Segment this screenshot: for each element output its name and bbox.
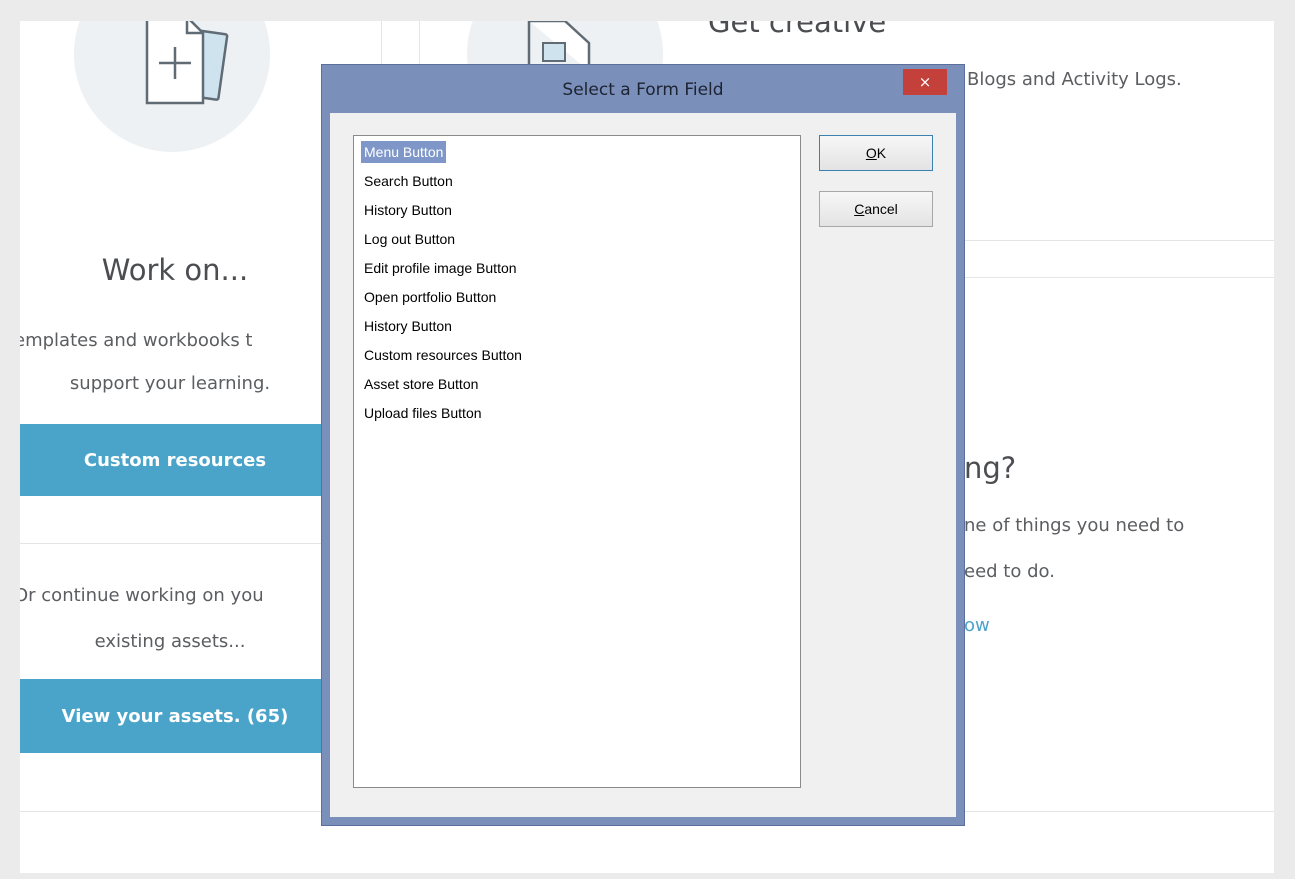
right-section-divider-bottom [960,277,1274,278]
list-item[interactable]: History Button [361,199,800,228]
section-divider [20,543,330,544]
work-on-heading: Work on... [101,253,249,287]
list-item[interactable]: Edit profile image Button [361,257,800,286]
list-item-label: Menu Button [361,141,447,163]
continue-working-line1: Or continue working on you [20,585,264,606]
right-section-heading: ng? [964,451,1017,485]
list-item[interactable]: Upload files Button [361,402,800,431]
continue-working-line2: existing assets... [94,631,246,652]
add-document-icon [145,21,229,105]
form-field-listbox[interactable]: Menu Button Search Button History Button Lo… [353,135,801,788]
get-creative-description: Blogs and Activity Logs. [967,69,1182,90]
close-button[interactable]: × [903,69,947,95]
list-item[interactable]: Open portfolio Button [361,286,800,315]
cancel-button-label: Cancel [854,201,898,217]
list-item[interactable]: Asset store Button [361,373,800,402]
list-item-label: Upload files Button [364,405,482,421]
list-item[interactable]: Menu Button [361,141,800,170]
cancel-button[interactable]: Cancel [819,191,933,227]
list-item[interactable]: Log out Button [361,228,800,257]
list-item-label: Custom resources Button [364,347,522,363]
close-icon: × [918,73,932,91]
dialog-body: Menu Button Search Button History Button Lo… [330,113,956,817]
list-item-label: Open portfolio Button [364,289,497,305]
right-section-description-2: eed to do. [964,561,1055,582]
list-item[interactable]: Search Button [361,170,800,199]
view-assets-button[interactable]: View your assets. (65) [20,679,330,753]
list-item-label: History Button [364,318,452,334]
right-section-link[interactable]: ow [964,615,990,636]
ok-button[interactable]: OK [819,135,933,171]
list-item[interactable]: Custom resources Button [361,344,800,373]
get-creative-heading: Get creative [708,21,887,39]
ok-button-label: OK [865,145,887,161]
list-item-label: Asset store Button [364,376,479,392]
work-on-description-1: emplates and workbooks t [20,330,253,351]
dialog-title: Select a Form Field [562,79,724,100]
select-form-field-dialog: Select a Form Field × Menu Button Search … [321,64,965,826]
list-item[interactable]: History Button [361,315,800,344]
custom-resources-button[interactable]: Custom resources [20,424,330,496]
list-item-label: Edit profile image Button [364,260,517,276]
list-item-label: History Button [364,202,452,218]
list-item-label: Search Button [364,173,453,189]
list-item-label: Log out Button [364,231,456,247]
right-section-divider-top [960,240,1274,241]
right-section-description-1: ne of things you need to [964,515,1185,536]
work-on-description-2: support your learning. [69,373,271,394]
